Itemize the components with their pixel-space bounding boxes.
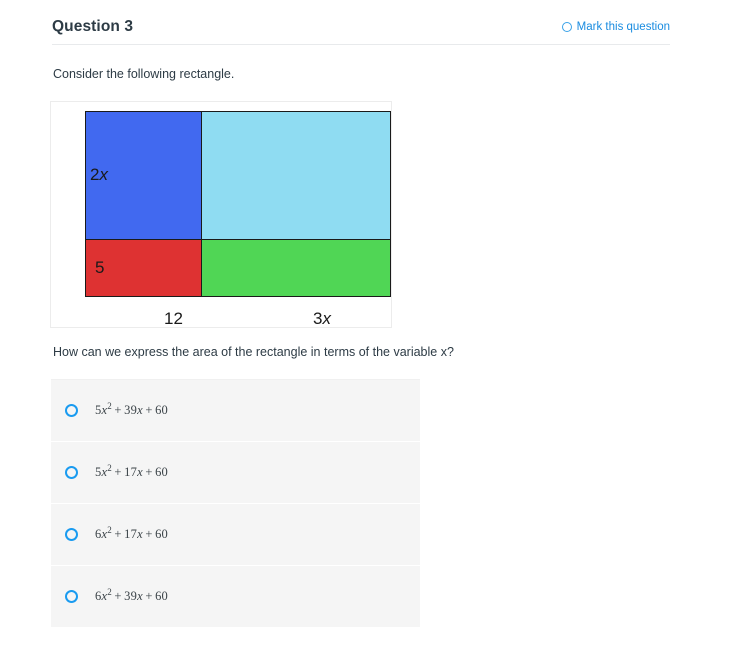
answer-option-c[interactable]: 6x2 +17x +60 [51, 503, 420, 565]
answer-option-d[interactable]: 6x2 +39x +60 [51, 565, 420, 627]
rectangle-grid: 2x 5 12 3x [85, 111, 391, 328]
diagram-cell-top-right [201, 111, 391, 240]
page-title: Question 3 [52, 18, 134, 35]
mark-this-question-label: Mark this question [576, 21, 670, 33]
answer-option-a[interactable]: 5x2 +39x +60 [51, 379, 420, 441]
radio-button-a[interactable] [65, 404, 78, 417]
radio-button-d[interactable] [65, 590, 78, 603]
diagram-label-height-top: 2x [90, 165, 108, 184]
mark-this-question-button[interactable]: Mark this question [561, 21, 670, 33]
diagram-label-width-left: 12 [164, 309, 183, 328]
diagram-label-width-right: 3x [313, 309, 331, 328]
sub-question-text: How can we express the area of the recta… [53, 345, 454, 359]
answer-option-b[interactable]: 5x2 +17x +60 [51, 441, 420, 503]
radio-button-c[interactable] [65, 528, 78, 541]
diagram-label-height-bottom: 5 [95, 258, 105, 277]
answer-option-d-label: 6x2 +39x +60 [95, 586, 168, 603]
circle-outline-icon [561, 22, 572, 32]
answer-options-list: 5x2 +39x +60 5x2 +17x +60 6x2 +17x +60 6x2 +39x… [51, 379, 420, 627]
question-header: Question 3 Mark this question [52, 18, 670, 45]
intro-text: Consider the following rectangle. [53, 67, 235, 81]
answer-option-c-label: 6x2 +17x +60 [95, 524, 168, 541]
radio-button-b[interactable] [65, 466, 78, 479]
answer-option-b-label: 5x2 +17x +60 [95, 462, 168, 479]
diagram-cell-bottom-right [201, 239, 391, 297]
answer-option-a-label: 5x2 +39x +60 [95, 400, 168, 417]
rectangle-area-diagram: 2x 5 12 3x [50, 101, 392, 328]
